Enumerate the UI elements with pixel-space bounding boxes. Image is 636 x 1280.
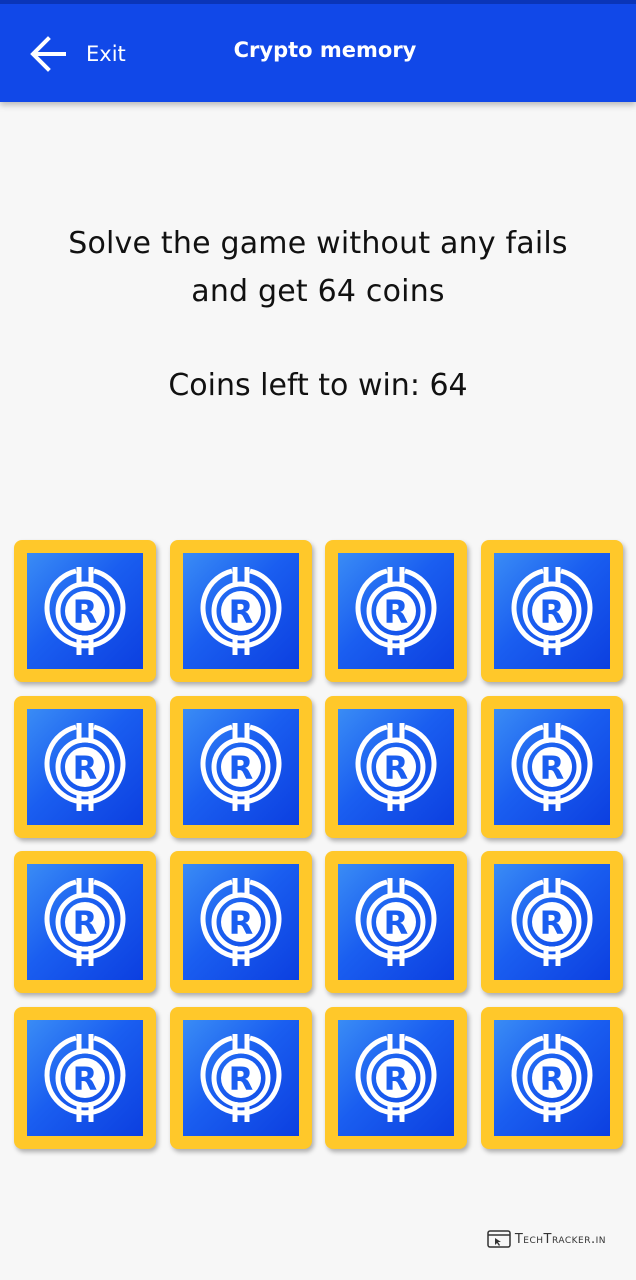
svg-text:R: R: [228, 593, 253, 631]
memory-card[interactable]: R: [325, 1006, 467, 1149]
card-back: R: [27, 864, 143, 980]
memory-card[interactable]: R: [325, 695, 467, 838]
memory-card[interactable]: R: [480, 540, 623, 682]
card-back: R: [27, 1019, 143, 1136]
card-back: R: [338, 553, 454, 669]
browser-cursor-icon: [487, 1230, 511, 1248]
memory-card[interactable]: R: [480, 1006, 623, 1149]
card-back: R: [182, 553, 299, 669]
memory-card[interactable]: R: [14, 1006, 156, 1149]
svg-text:R: R: [539, 749, 564, 787]
memory-card-grid: R R R R R R R R R R R R R R R R: [14, 540, 623, 1149]
memory-card[interactable]: R: [14, 851, 156, 993]
card-back: R: [338, 708, 454, 825]
memory-card[interactable]: R: [480, 695, 623, 838]
watermark: TechTracker.in: [487, 1230, 606, 1248]
memory-card[interactable]: R: [169, 851, 312, 993]
r-coin-icon: R: [510, 565, 594, 657]
svg-text:R: R: [73, 749, 98, 787]
card-back: R: [493, 708, 610, 825]
r-coin-icon: R: [199, 876, 283, 968]
memory-card[interactable]: R: [169, 1006, 312, 1149]
app-bar: Exit Crypto memory: [0, 0, 636, 102]
r-coin-icon: R: [43, 1032, 127, 1124]
r-coin-icon: R: [510, 876, 594, 968]
r-coin-icon: R: [43, 565, 127, 657]
r-coin-icon: R: [510, 1032, 594, 1124]
memory-card[interactable]: R: [325, 851, 467, 993]
memory-card[interactable]: R: [169, 695, 312, 838]
memory-card[interactable]: R: [480, 851, 623, 993]
r-coin-icon: R: [354, 565, 438, 657]
svg-text:R: R: [384, 749, 409, 787]
r-coin-icon: R: [199, 721, 283, 813]
card-back: R: [182, 864, 299, 980]
memory-card[interactable]: R: [14, 540, 156, 682]
card-back: R: [493, 553, 610, 669]
svg-text:R: R: [228, 1060, 253, 1098]
r-coin-icon: R: [199, 565, 283, 657]
r-coin-icon: R: [43, 876, 127, 968]
svg-text:R: R: [228, 749, 253, 787]
card-back: R: [493, 864, 610, 980]
card-back: R: [27, 553, 143, 669]
card-back: R: [182, 1019, 299, 1136]
svg-text:R: R: [539, 593, 564, 631]
memory-card[interactable]: R: [325, 540, 467, 682]
coins-left-counter: Coins left to win: 64: [168, 368, 468, 403]
svg-text:R: R: [539, 1060, 564, 1098]
r-coin-icon: R: [354, 876, 438, 968]
svg-text:R: R: [384, 1060, 409, 1098]
card-back: R: [493, 1019, 610, 1136]
svg-text:R: R: [384, 904, 409, 942]
svg-text:R: R: [539, 904, 564, 942]
page-title: Crypto memory: [233, 38, 417, 62]
instructions-line-2: and get 64 coins: [191, 274, 445, 309]
svg-text:R: R: [73, 904, 98, 942]
r-coin-icon: R: [43, 721, 127, 813]
r-coin-icon: R: [354, 1032, 438, 1124]
instructions-text: Solve the game without any fails and get…: [20, 220, 616, 316]
card-back: R: [182, 708, 299, 825]
svg-text:R: R: [73, 1060, 98, 1098]
r-coin-icon: R: [199, 1032, 283, 1124]
r-coin-icon: R: [354, 721, 438, 813]
card-back: R: [338, 864, 454, 980]
r-coin-icon: R: [510, 721, 594, 813]
instructions-line-1: Solve the game without any fails: [68, 226, 568, 261]
card-back: R: [338, 1019, 454, 1136]
memory-card[interactable]: R: [14, 695, 156, 838]
watermark-text: TechTracker.in: [514, 1231, 606, 1247]
svg-text:R: R: [73, 593, 98, 631]
memory-card[interactable]: R: [169, 540, 312, 682]
card-back: R: [27, 708, 143, 825]
svg-text:R: R: [384, 593, 409, 631]
svg-text:R: R: [228, 904, 253, 942]
